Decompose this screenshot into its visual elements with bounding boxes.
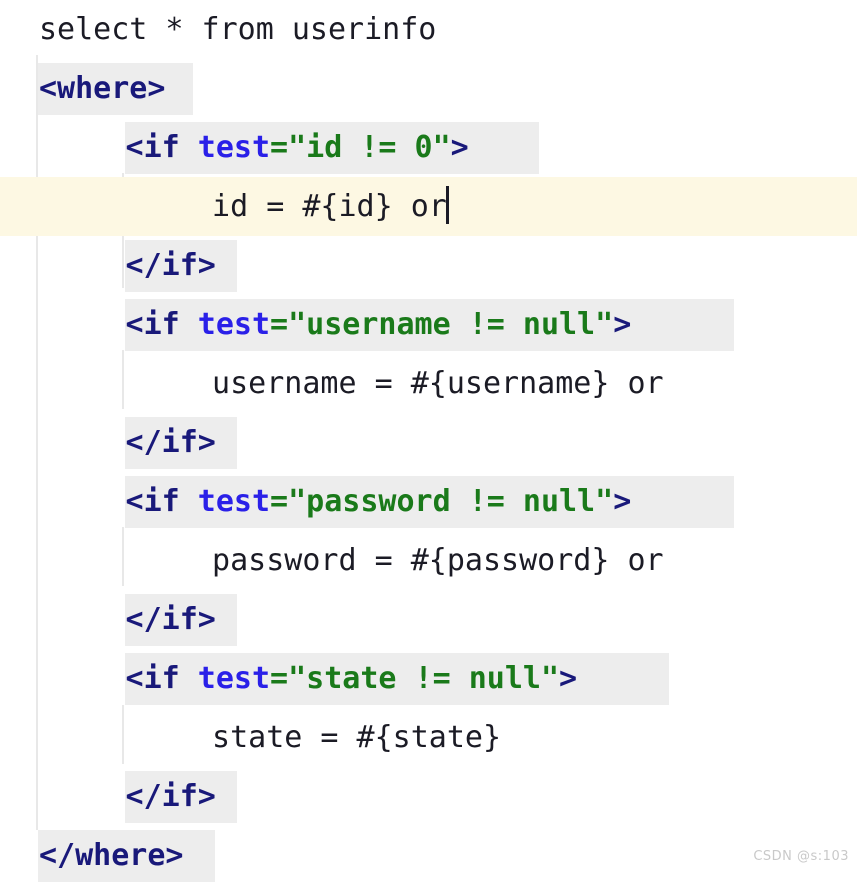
- code-line[interactable]: id = #{id} or: [0, 177, 857, 236]
- token-tag: <if: [125, 484, 198, 519]
- code-line[interactable]: </if>: [0, 236, 857, 295]
- token-tag: <if: [125, 130, 198, 165]
- token-plain: username = #{username} or: [212, 366, 664, 401]
- code-line-text: username = #{username} or: [212, 354, 664, 413]
- token-tag: <where>: [39, 71, 166, 106]
- code-line[interactable]: <where>: [0, 59, 857, 118]
- code-line-list: select * from userinfo <where> <if test="i…: [0, 0, 857, 885]
- token-tag: >: [613, 307, 632, 342]
- token-attr: test: [197, 307, 271, 342]
- code-line-text: state = #{state}: [212, 708, 501, 767]
- csdn-watermark: CSDN @s:103: [753, 849, 849, 864]
- code-line-text: id = #{id} or: [212, 177, 449, 236]
- token-tag: >: [559, 661, 578, 696]
- code-line-text: </if>: [126, 236, 216, 295]
- token-str: ="username != null": [270, 307, 614, 342]
- code-line[interactable]: </where>: [0, 826, 857, 885]
- code-line-text: <where>: [39, 59, 165, 118]
- token-tag: </if>: [125, 248, 216, 283]
- code-line[interactable]: state = #{state}: [0, 708, 857, 767]
- code-editor[interactable]: select * from userinfo <where> <if test="i…: [0, 0, 857, 882]
- code-line-text: </where>: [39, 826, 184, 885]
- token-attr: test: [197, 130, 271, 165]
- code-line-text: <if test="state != null">: [126, 649, 578, 708]
- code-line[interactable]: <if test="password != null">: [0, 472, 857, 531]
- token-tag: </if>: [125, 425, 216, 460]
- token-tag: >: [450, 130, 469, 165]
- code-line-text: <if test="username != null">: [126, 295, 632, 354]
- text-caret: [445, 186, 449, 224]
- token-tag: </if>: [125, 602, 216, 637]
- code-line-text: <if test="id != 0">: [126, 118, 469, 177]
- token-attr: test: [197, 484, 271, 519]
- code-line-text: </if>: [126, 590, 216, 649]
- token-plain: state = #{state}: [212, 720, 502, 755]
- code-line[interactable]: password = #{password} or: [0, 531, 857, 590]
- code-line[interactable]: </if>: [0, 413, 857, 472]
- token-tag: <if: [125, 307, 198, 342]
- token-tag: </where>: [39, 838, 184, 873]
- code-line-text: </if>: [126, 767, 216, 826]
- token-plain: id = #{id} or: [212, 189, 447, 224]
- token-attr: test: [197, 661, 271, 696]
- token-plain: select * from userinfo: [39, 12, 437, 47]
- token-str: ="password != null": [270, 484, 614, 519]
- token-tag: >: [613, 484, 632, 519]
- code-line[interactable]: <if test="state != null">: [0, 649, 857, 708]
- token-tag: </if>: [125, 779, 216, 814]
- code-line-text: password = #{password} or: [212, 531, 664, 590]
- code-line[interactable]: </if>: [0, 590, 857, 649]
- token-str: ="state != null": [270, 661, 559, 696]
- code-line-text: </if>: [126, 413, 216, 472]
- code-line[interactable]: username = #{username} or: [0, 354, 857, 413]
- token-str: ="id != 0": [270, 130, 451, 165]
- code-line[interactable]: select * from userinfo: [0, 0, 857, 59]
- code-line[interactable]: <if test="username != null">: [0, 295, 857, 354]
- code-line-text: select * from userinfo: [39, 0, 436, 59]
- token-plain: password = #{password} or: [212, 543, 664, 578]
- code-line[interactable]: </if>: [0, 767, 857, 826]
- token-tag: <if: [125, 661, 198, 696]
- code-line-text: <if test="password != null">: [126, 472, 632, 531]
- code-line[interactable]: <if test="id != 0">: [0, 118, 857, 177]
